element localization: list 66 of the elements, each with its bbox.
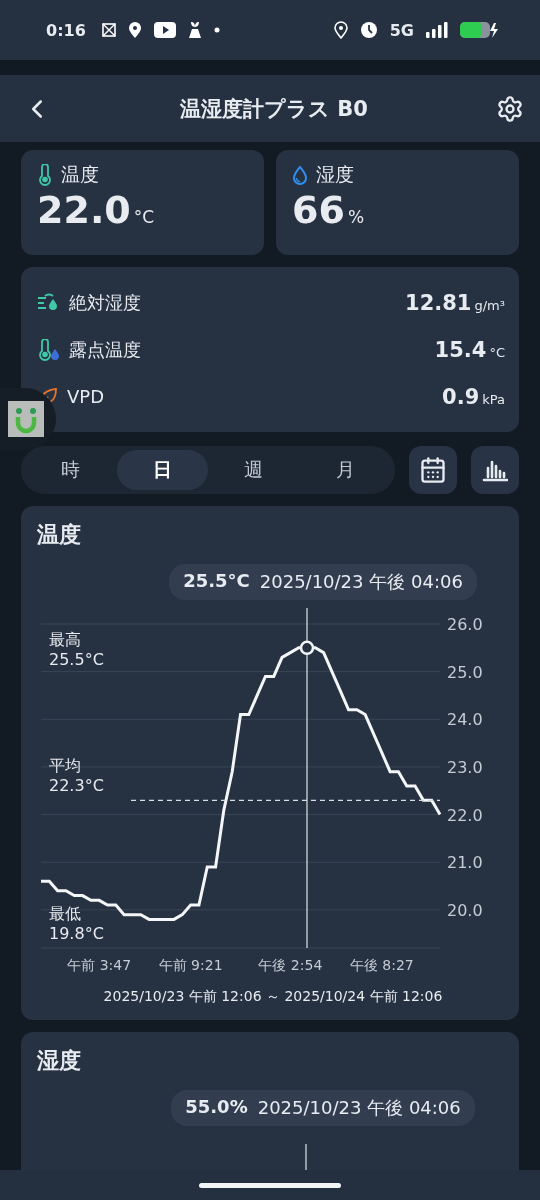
thermometer-drop-icon xyxy=(37,338,61,361)
axis-tick-label: 午後 2:54 xyxy=(258,957,323,973)
reading-label: 湿度 xyxy=(316,162,354,187)
axis-tick-label: 午前 3:47 xyxy=(67,957,132,973)
reading-unit: % xyxy=(347,207,365,227)
detail-unit: kPa xyxy=(482,391,505,407)
stat-value: 25.5°C xyxy=(49,650,104,670)
clock-icon xyxy=(359,21,378,39)
page-title: 温湿度計プラス B0 xyxy=(180,95,368,123)
cursor-point xyxy=(299,640,315,656)
map-pin-icon xyxy=(127,21,142,39)
calendar-button[interactable] xyxy=(409,446,457,494)
bar-chart-icon xyxy=(482,458,508,482)
detail-value: 0.9 xyxy=(442,384,480,409)
chart-title: 温度 xyxy=(37,521,82,549)
axis-tick-label: 21.0 xyxy=(447,853,483,873)
stat-label: 最低 xyxy=(49,904,82,924)
network-type: 5G xyxy=(389,20,414,40)
detail-label: 露点温度 xyxy=(69,337,142,362)
period-tab[interactable]: 日 xyxy=(116,450,208,490)
location-icon xyxy=(333,21,348,39)
reading-value: 66 xyxy=(292,188,345,232)
tooltip-time: 2025/10/23 午後 04:06 xyxy=(257,1096,461,1120)
date-range: 2025/10/23 午前 12:06 ～ 2025/10/24 午前 12:06 xyxy=(102,988,444,1006)
dot-icon xyxy=(213,27,220,33)
calendar-icon xyxy=(419,456,447,484)
battery-charging-icon xyxy=(460,21,500,39)
notification-icon xyxy=(101,23,116,37)
period-tab[interactable]: 週 xyxy=(208,450,300,490)
bar-chart-button[interactable] xyxy=(471,446,519,494)
stat-label: 平均 xyxy=(49,756,82,777)
axis-tick-label: 26.0 xyxy=(447,615,483,634)
stat-value: 19.8°C xyxy=(49,924,104,944)
axis-tick-label: 午後 8:27 xyxy=(349,957,414,973)
stat-value: 22.3°C xyxy=(49,776,104,797)
axis-tick-label: 22.0 xyxy=(447,805,483,825)
period-tab[interactable]: 月 xyxy=(299,450,391,490)
detail-unit: g/m³ xyxy=(474,297,505,313)
reading-value: 22.0 xyxy=(37,188,131,232)
settings-icon xyxy=(496,94,524,123)
axis-tick-label: 24.0 xyxy=(447,710,483,730)
axis-tick-label: 23.0 xyxy=(447,757,483,777)
detail-unit: °C xyxy=(489,344,505,360)
stat-label: 最高 xyxy=(49,630,82,650)
droplet-icon xyxy=(292,165,308,185)
axis-tick-label: 20.0 xyxy=(447,900,483,920)
thermometer-icon xyxy=(37,164,53,186)
detail-value: 12.81 xyxy=(405,290,472,315)
detail-label: VPD xyxy=(67,386,106,407)
smiley-icon xyxy=(8,401,44,437)
axis-tick-label: 25.0 xyxy=(447,662,483,682)
tooltip-time: 2025/10/23 午後 04:06 xyxy=(259,570,463,594)
reading-label: 温度 xyxy=(61,162,99,187)
signal-icon xyxy=(426,22,448,38)
home-indicator[interactable] xyxy=(199,1182,341,1188)
chart-title: 湿度 xyxy=(37,1047,82,1075)
axis-tick-label: 午前 9:21 xyxy=(158,957,223,973)
plant-icon xyxy=(187,21,202,39)
detail-value: 15.4 xyxy=(434,337,487,362)
status-time: 0:16 xyxy=(46,20,86,40)
detail-label: 絶対湿度 xyxy=(69,290,142,315)
reading-unit: °C xyxy=(133,207,155,227)
period-tab[interactable]: 時 xyxy=(25,450,117,490)
tooltip-value: 55.0% xyxy=(185,1096,248,1119)
play-icon xyxy=(153,22,176,38)
tooltip-value: 25.5°C xyxy=(183,570,250,593)
